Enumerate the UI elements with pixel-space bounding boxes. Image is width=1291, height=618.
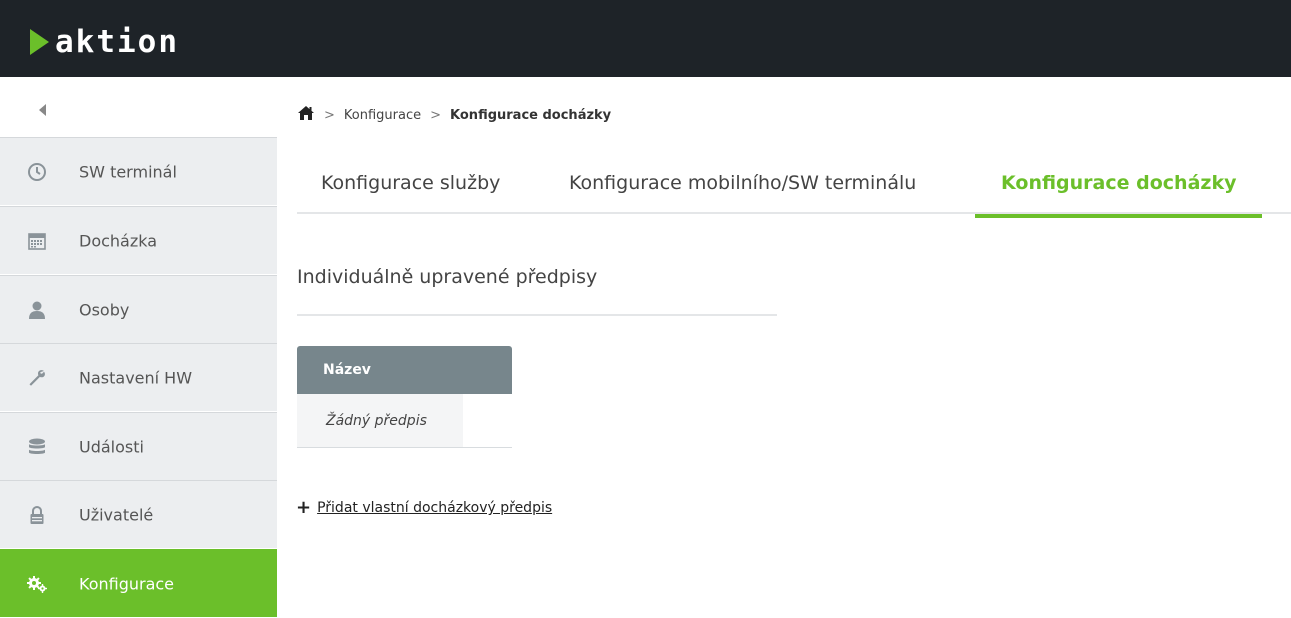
user-icon (26, 299, 48, 321)
table-bottom-border (297, 447, 512, 448)
clock-icon (26, 161, 48, 183)
aktion-logo[interactable]: aktion (30, 24, 179, 60)
sidebar-collapse-button[interactable] (0, 77, 277, 137)
logo-arrow-icon (30, 29, 49, 55)
logo-text: aktion (55, 24, 179, 60)
breadcrumb: > Konfigurace > Konfigurace docházky (297, 104, 611, 126)
tab-konfigurace-sluzby[interactable]: Konfigurace služby (321, 152, 500, 214)
sidebar-item-label: Konfigurace (79, 574, 175, 593)
sidebar-item-osoby[interactable]: Osoby (0, 275, 277, 343)
calendar-icon (26, 230, 48, 252)
sidebar-item-label: Docházka (79, 231, 158, 250)
gears-icon (26, 573, 48, 595)
sidebar-item-udalosti[interactable]: Události (0, 412, 277, 480)
sidebar-item-sw-terminal[interactable]: SW terminál (0, 137, 277, 205)
add-predpis-link[interactable]: + Přidat vlastní docházkový předpis (296, 499, 552, 517)
breadcrumb-item-current: Konfigurace docházky (450, 107, 612, 123)
sidebar: SW terminál Docházka Osoby Nastavení HW … (0, 77, 277, 618)
breadcrumb-separator: > (324, 107, 335, 123)
table-header-nazev[interactable]: Název (297, 346, 512, 394)
sidebar-item-uzivatele[interactable]: Uživatelé (0, 480, 277, 548)
table-empty-row: Žádný předpis (297, 394, 463, 448)
chevron-left-icon (39, 104, 46, 116)
breadcrumb-separator: > (430, 107, 442, 123)
plus-icon: + (296, 497, 312, 518)
section-title: Individuálně upravené předpisy (297, 266, 598, 288)
tab-bar: Konfigurace služby Konfigurace mobilního… (297, 152, 1291, 218)
lock-icon (26, 504, 48, 526)
predpisy-table: Název Žádný předpis (297, 346, 512, 448)
section-divider (297, 314, 777, 316)
tab-konfigurace-terminalu[interactable]: Konfigurace mobilního/SW terminálu (569, 152, 916, 214)
sidebar-item-dochazka[interactable]: Docházka (0, 206, 277, 274)
sidebar-item-konfigurace[interactable]: Konfigurace (0, 549, 277, 617)
sidebar-item-label: Uživatelé (79, 505, 154, 524)
sidebar-item-label: SW terminál (79, 162, 177, 181)
database-icon (26, 436, 48, 458)
sidebar-item-label: Události (79, 437, 144, 456)
top-bar: aktion (0, 0, 1291, 77)
sidebar-item-label: Osoby (79, 300, 130, 319)
sidebar-item-label: Nastavení HW (79, 368, 193, 387)
home-icon[interactable] (297, 105, 315, 125)
wrench-icon (26, 367, 48, 389)
breadcrumb-item-konfigurace[interactable]: Konfigurace (344, 108, 421, 123)
add-predpis-label: Přidat vlastní docházkový předpis (317, 500, 553, 516)
sidebar-item-nastaveni-hw[interactable]: Nastavení HW (0, 343, 277, 411)
tab-konfigurace-dochazky[interactable]: Konfigurace docházky (975, 152, 1263, 218)
